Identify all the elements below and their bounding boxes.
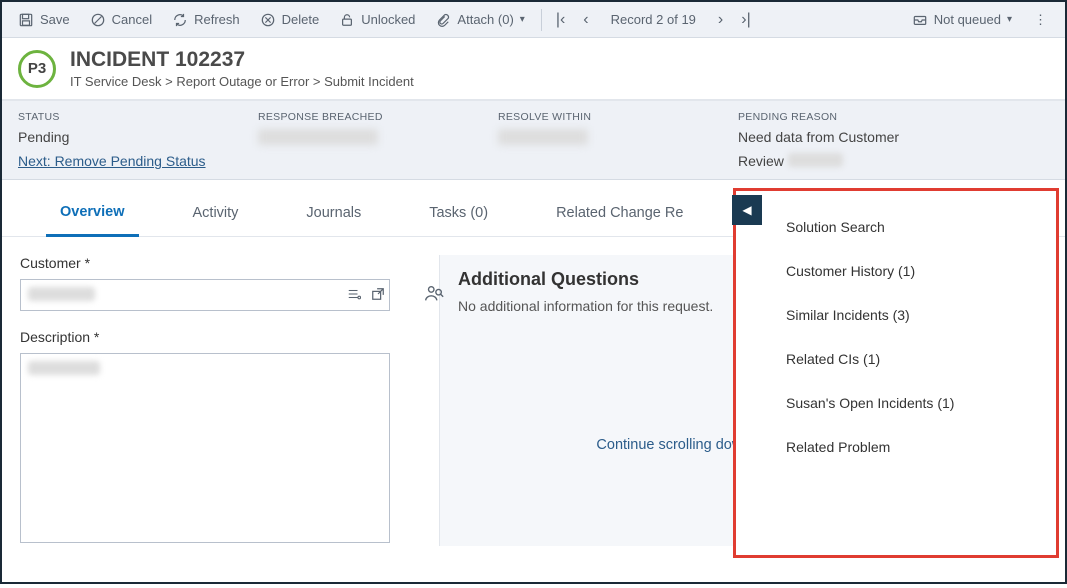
divider <box>541 9 542 31</box>
tab-overview[interactable]: Overview <box>46 194 139 237</box>
list-icon[interactable] <box>345 285 363 303</box>
review-label: Review <box>738 153 784 169</box>
refresh-button[interactable]: Refresh <box>164 8 248 32</box>
side-open-incidents[interactable]: Susan's Open Incidents (1) <box>780 381 1046 425</box>
response-breached-label: RESPONSE BREACHED <box>258 111 478 123</box>
last-record-button[interactable]: ›| <box>735 9 756 31</box>
chevron-down-icon: ▾ <box>1007 14 1012 25</box>
collapse-panel-button[interactable]: ◀ <box>732 195 762 225</box>
page-title: INCIDENT 102237 <box>70 48 414 72</box>
next-record-button[interactable]: › <box>712 9 729 31</box>
unlocked-label: Unlocked <box>361 12 415 27</box>
side-related-cis[interactable]: Related CIs (1) <box>780 337 1046 381</box>
queue-label: Not queued <box>934 12 1001 27</box>
customer-label: Customer * <box>20 255 415 271</box>
record-nav: |‹ ‹ Record 2 of 19 › ›| <box>550 9 757 31</box>
description-input[interactable] <box>20 353 390 543</box>
pending-reason-value: Need data from Customer <box>738 129 1049 145</box>
status-value: Pending <box>18 129 238 145</box>
toolbar: Save Cancel Refresh Delete Unlocked Atta… <box>2 2 1065 38</box>
status-field-label: STATUS <box>18 111 238 123</box>
pending-reason-label: PENDING REASON <box>738 111 1049 123</box>
triangle-left-icon: ◀ <box>742 203 751 217</box>
save-label: Save <box>40 12 70 27</box>
tab-related-change[interactable]: Related Change Re <box>542 195 697 235</box>
person-search-icon[interactable] <box>423 283 445 305</box>
tab-journals[interactable]: Journals <box>292 195 375 235</box>
popout-icon[interactable] <box>369 285 387 303</box>
refresh-icon <box>172 12 188 28</box>
status-bar: STATUS Pending Next: Remove Pending Stat… <box>2 100 1065 180</box>
description-value-redacted: redactedtext <box>28 361 100 375</box>
refresh-label: Refresh <box>194 12 240 27</box>
description-label: Description * <box>20 329 415 345</box>
next-status-link[interactable]: Next: Remove Pending Status <box>18 153 206 169</box>
tab-activity[interactable]: Activity <box>179 195 253 235</box>
attach-label: Attach (0) <box>457 12 513 27</box>
inbox-icon <box>912 12 928 28</box>
kebab-icon: ⋮ <box>1034 12 1047 28</box>
review-value: redact <box>788 153 843 167</box>
attach-button[interactable]: Attach (0) ▾ <box>427 8 532 32</box>
cancel-button[interactable]: Cancel <box>82 8 160 32</box>
priority-badge: P3 <box>18 50 56 88</box>
side-customer-history[interactable]: Customer History (1) <box>780 249 1046 293</box>
tab-tasks[interactable]: Tasks (0) <box>415 195 502 235</box>
side-related-problem[interactable]: Related Problem <box>780 425 1046 469</box>
queue-button[interactable]: Not queued ▾ <box>904 8 1020 32</box>
delete-button[interactable]: Delete <box>252 8 328 32</box>
cancel-icon <box>90 12 106 28</box>
paperclip-icon <box>435 12 451 28</box>
side-similar-incidents[interactable]: Similar Incidents (3) <box>780 293 1046 337</box>
breadcrumb: IT Service Desk > Report Outage or Error… <box>70 74 414 89</box>
save-button[interactable]: Save <box>10 8 78 32</box>
save-icon <box>18 12 34 28</box>
prev-record-button[interactable]: ‹ <box>577 9 594 31</box>
resolve-within-label: RESOLVE WITHIN <box>498 111 718 123</box>
related-panel: ◀ Solution Search Customer History (1) S… <box>733 188 1059 558</box>
unlock-icon <box>339 12 355 28</box>
more-menu-button[interactable]: ⋮ <box>1024 8 1057 32</box>
chevron-down-icon: ▾ <box>520 14 525 25</box>
record-header: P3 INCIDENT 102237 IT Service Desk > Rep… <box>2 38 1065 100</box>
response-breached-value: redacted content <box>258 129 378 145</box>
cancel-label: Cancel <box>112 12 152 27</box>
record-position: Record 2 of 19 <box>601 12 706 27</box>
side-solution-search[interactable]: Solution Search <box>780 205 1046 249</box>
delete-icon <box>260 12 276 28</box>
resolve-within-value: redacted <box>498 129 588 145</box>
delete-label: Delete <box>282 12 320 27</box>
customer-value-redacted: redactedval <box>28 287 95 301</box>
first-record-button[interactable]: |‹ <box>550 9 571 31</box>
unlocked-button[interactable]: Unlocked <box>331 8 423 32</box>
